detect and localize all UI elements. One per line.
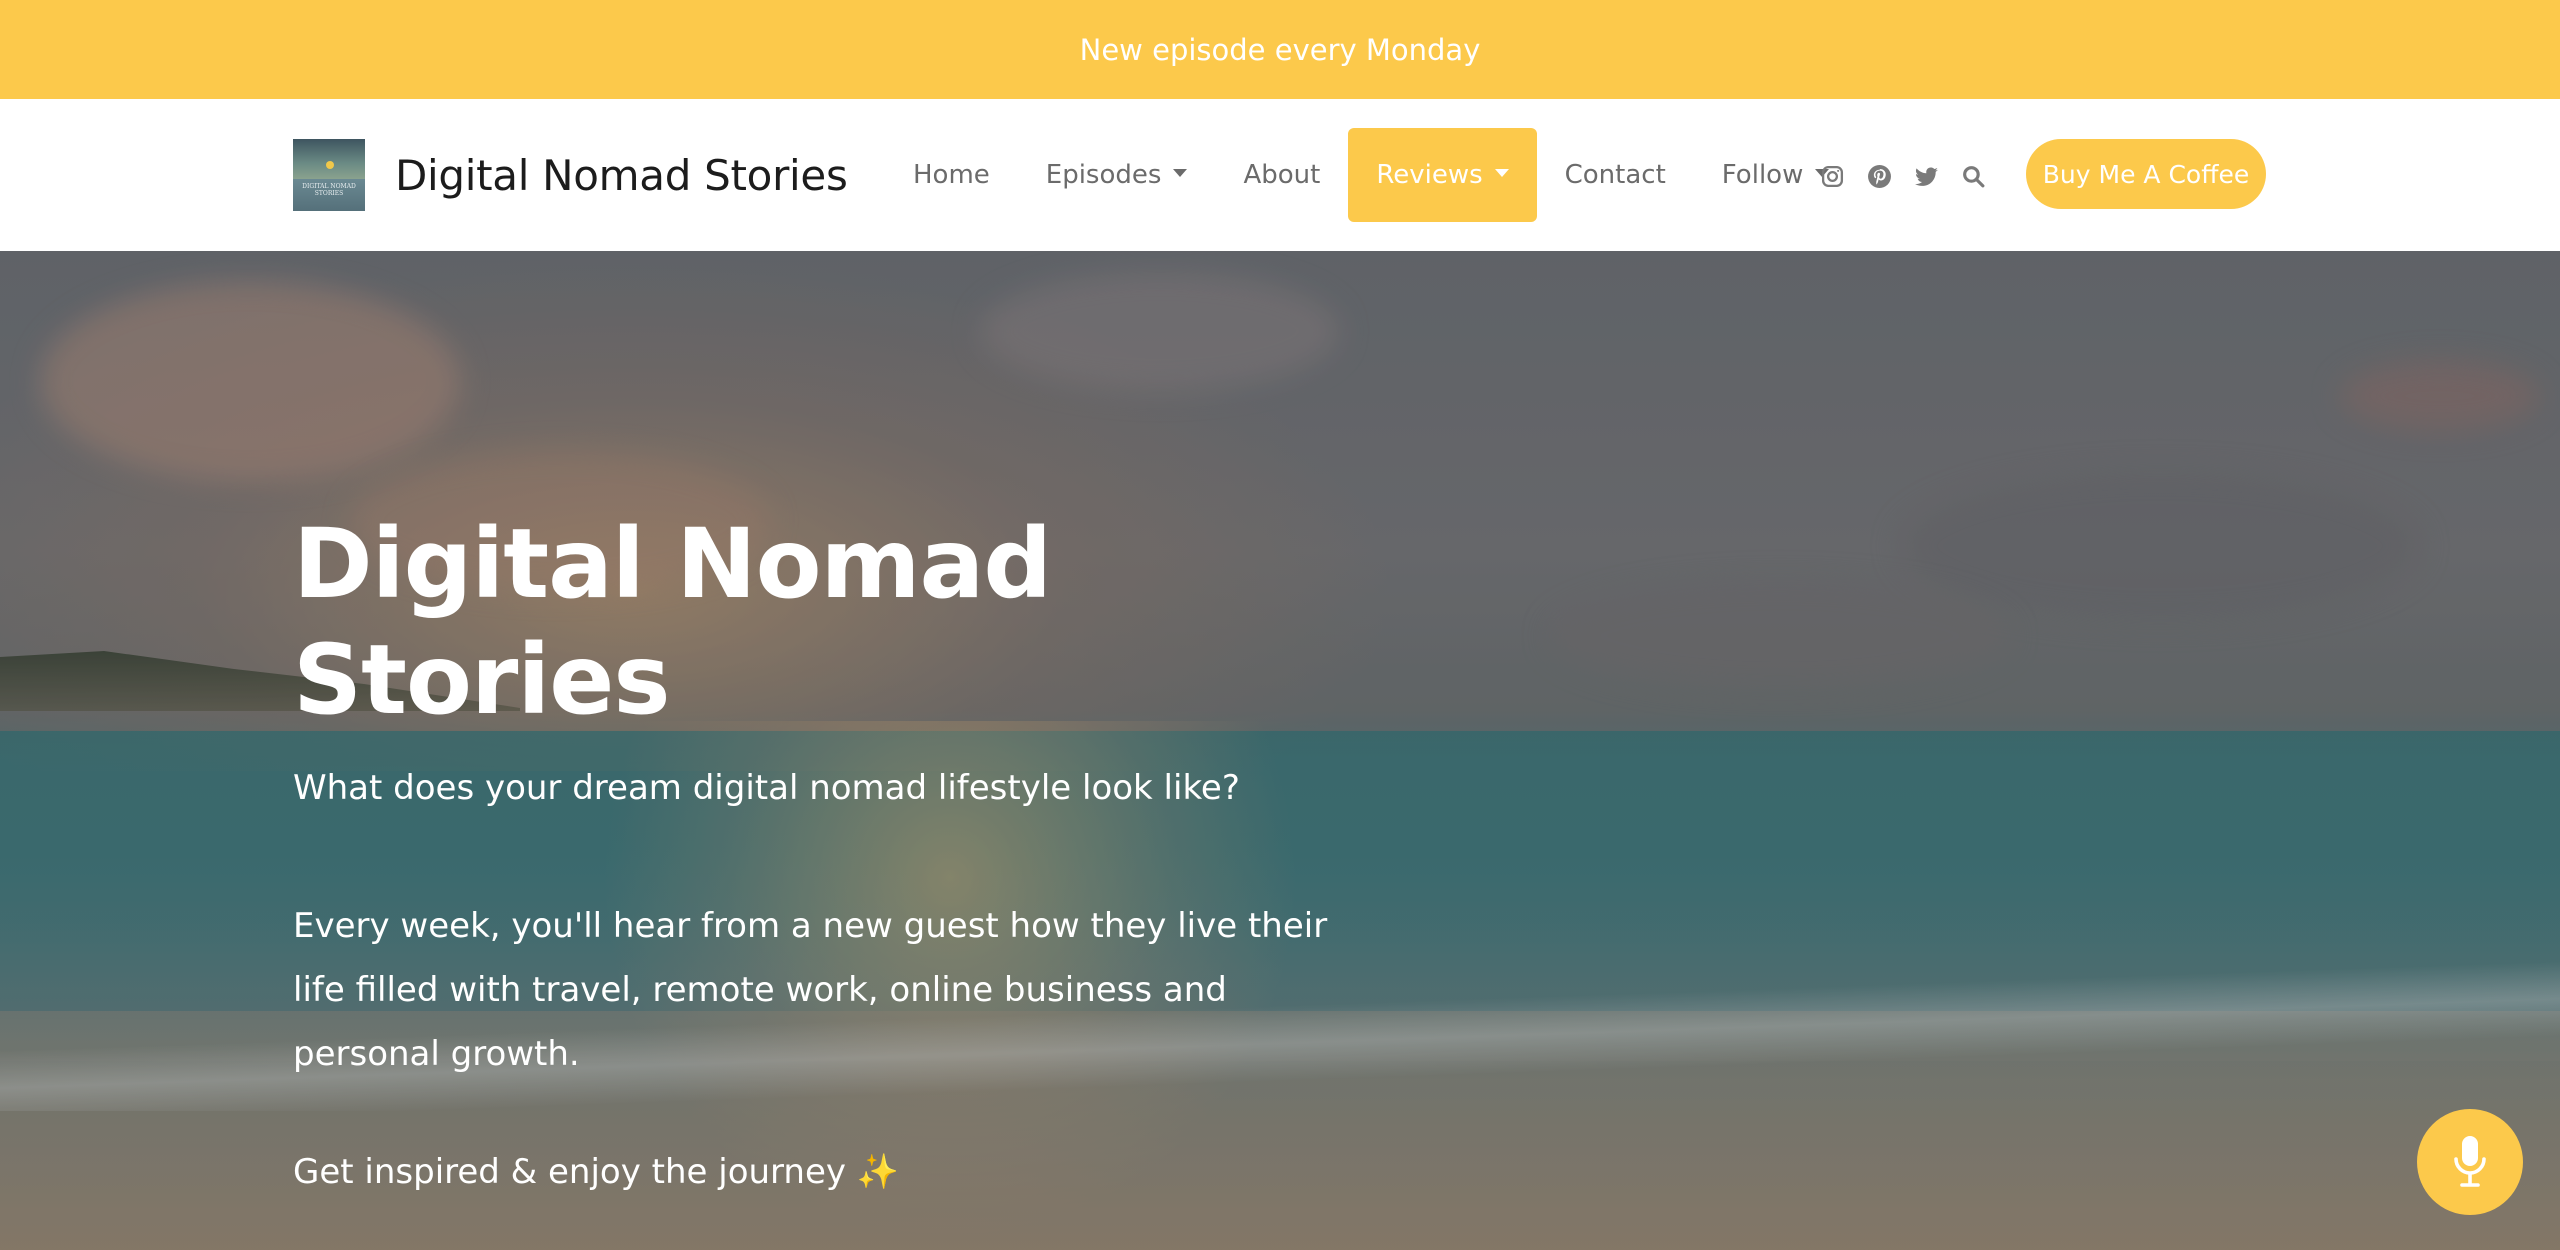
hero-tagline: Get inspired & enjoy the journey ✨ — [293, 1150, 1393, 1194]
nav-item-episodes[interactable]: Episodes — [1018, 128, 1216, 222]
hero-section: Digital Nomad Stories What does your dre… — [0, 251, 2560, 1250]
brand[interactable]: DIGITAL NOMAD STORIES Digital Nomad Stor… — [293, 139, 848, 211]
site-title[interactable]: Digital Nomad Stories — [395, 151, 848, 200]
hero-description: Every week, you'll hear from a new guest… — [293, 906, 1328, 1074]
sparkles-icon: ✨ — [856, 1152, 900, 1192]
chevron-down-icon — [1173, 169, 1188, 177]
twitter-icon[interactable] — [1914, 164, 1939, 189]
announcement-bar: New episode every Monday — [0, 0, 2560, 99]
social-icons — [1820, 156, 1986, 196]
podcast-logo[interactable]: DIGITAL NOMAD STORIES — [293, 139, 365, 211]
pinterest-icon[interactable] — [1867, 164, 1892, 189]
hero-subtitle: What does your dream digital nomad lifes… — [293, 768, 1240, 808]
nav-item-label: Reviews — [1376, 160, 1483, 190]
nav-item-label: Follow — [1721, 160, 1804, 190]
nav-item-home[interactable]: Home — [885, 128, 1018, 222]
chevron-down-icon — [1494, 169, 1509, 177]
microphone-icon — [2454, 1136, 2486, 1187]
tagline-text: Get inspired & enjoy the journey — [293, 1152, 847, 1192]
main-nav: Home Episodes About Reviews Contact Foll… — [885, 128, 1857, 222]
buy-me-a-coffee-button[interactable]: Buy Me A Coffee — [2026, 139, 2266, 209]
hero-title: Digital Nomad Stories — [293, 508, 1052, 736]
microphone-button[interactable] — [2417, 1109, 2523, 1215]
search-icon[interactable] — [1961, 164, 1986, 189]
site-header: DIGITAL NOMAD STORIES Digital Nomad Stor… — [0, 99, 2560, 251]
logo-text: DIGITAL NOMAD STORIES — [302, 183, 356, 197]
nav-item-about[interactable]: About — [1215, 128, 1348, 222]
nav-item-label: Contact — [1564, 160, 1666, 190]
nav-item-contact[interactable]: Contact — [1537, 128, 1694, 222]
hero-content: Digital Nomad Stories What does your dre… — [293, 506, 1393, 1194]
nav-item-label: Home — [913, 160, 990, 190]
nav-item-label: About — [1243, 160, 1321, 190]
announcement-text: New episode every Monday — [1079, 32, 1481, 67]
nav-item-reviews[interactable]: Reviews — [1348, 128, 1537, 222]
instagram-icon[interactable] — [1820, 164, 1845, 189]
nav-item-label: Episodes — [1045, 160, 1162, 190]
